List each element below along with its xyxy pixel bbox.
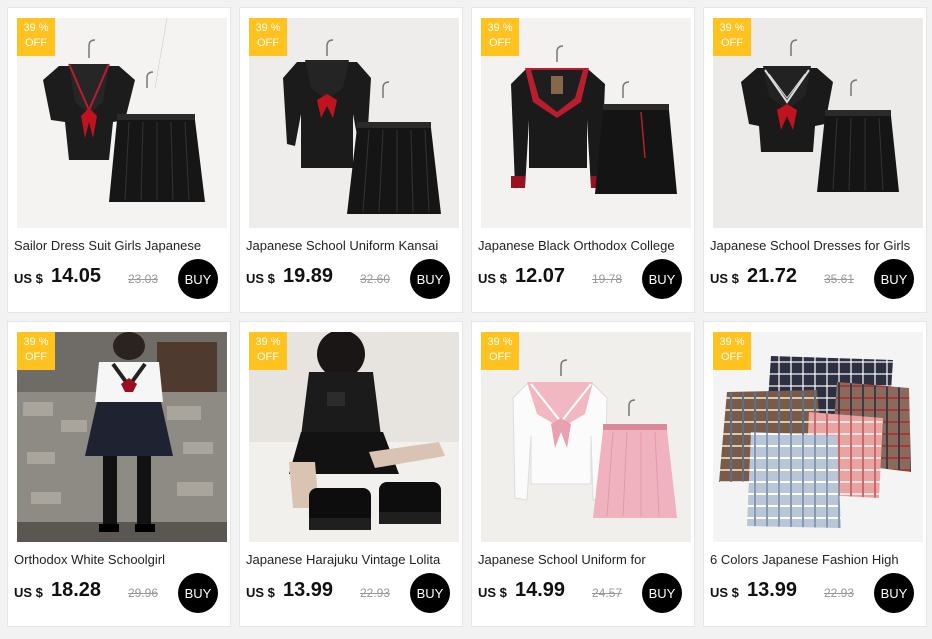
current-price: 14.99	[515, 579, 566, 601]
product-title[interactable]: Sailor Dress Suit Girls Japanese	[14, 238, 226, 253]
discount-badge: 39 % OFF	[17, 18, 55, 56]
currency-label: US $	[246, 271, 275, 286]
product-image[interactable]: 39 % OFF	[17, 18, 227, 228]
discount-percent: 39 %	[255, 336, 281, 348]
buy-button[interactable]: BUY	[410, 573, 450, 613]
discount-badge: 39 % OFF	[713, 332, 751, 370]
product-card[interactable]: 39 % OFF Japanese School Dresses for Gir…	[703, 7, 927, 313]
discount-off-label: OFF	[489, 351, 511, 363]
product-card[interactable]: 39 % OFF Sailor Dress Suit Girls Japanes…	[7, 7, 231, 313]
current-price: 13.99	[747, 579, 798, 601]
current-price: 21.72	[747, 265, 798, 287]
buy-button[interactable]: BUY	[874, 259, 914, 299]
original-price: 35.61	[824, 272, 855, 286]
discount-percent: 39 %	[23, 336, 49, 348]
discount-percent: 39 %	[487, 336, 513, 348]
buy-button[interactable]: BUY	[642, 259, 682, 299]
product-card[interactable]: 39 % OFF Japanese Harajuku Vintage Lolit…	[239, 321, 463, 627]
current-price: 13.99	[283, 579, 334, 601]
buy-button[interactable]: BUY	[874, 573, 914, 613]
price-row: US $ 14.99 24.57 BUY	[478, 573, 690, 613]
product-card[interactable]: 39 % OFF Japanese School Uniform for US …	[471, 321, 695, 627]
currency-label: US $	[710, 271, 739, 286]
product-image[interactable]: 39 % OFF	[17, 332, 227, 542]
current-price: 18.28	[51, 579, 102, 601]
original-price: 32.60	[360, 272, 391, 286]
discount-off-label: OFF	[25, 37, 47, 49]
product-title[interactable]: Japanese School Uniform for	[478, 552, 690, 567]
discount-percent: 39 %	[719, 22, 745, 34]
buy-button[interactable]: BUY	[178, 259, 218, 299]
price-row: US $ 14.05 23.03 BUY	[14, 259, 226, 299]
buy-button[interactable]: BUY	[178, 573, 218, 613]
price-row: US $ 21.72 35.61 BUY	[710, 259, 922, 299]
discount-percent: 39 %	[487, 22, 513, 34]
product-title[interactable]: Orthodox White Schoolgirl	[14, 552, 226, 567]
original-price: 24.57	[592, 586, 623, 600]
currency-label: US $	[14, 271, 43, 286]
product-image[interactable]: 39 % OFF	[713, 332, 923, 542]
buy-button[interactable]: BUY	[410, 259, 450, 299]
current-price: 14.05	[51, 265, 102, 287]
currency-label: US $	[478, 585, 507, 600]
product-card[interactable]: 39 % OFF 6 Colors Japanese Fashion High …	[703, 321, 927, 627]
product-image[interactable]: 39 % OFF	[713, 18, 923, 228]
product-grid: 39 % OFF Sailor Dress Suit Girls Japanes…	[0, 0, 932, 639]
product-image[interactable]: 39 % OFF	[249, 332, 459, 542]
discount-off-label: OFF	[489, 37, 511, 49]
discount-badge: 39 % OFF	[17, 332, 55, 370]
discount-badge: 39 % OFF	[713, 18, 751, 56]
product-card[interactable]: 39 % OFF Orthodox White Schoolgirl US $ …	[7, 321, 231, 627]
product-title[interactable]: Japanese School Dresses for Girls	[710, 238, 922, 253]
product-card[interactable]: 39 % OFF Japanese School Uniform Kansai …	[239, 7, 463, 313]
price-row: US $ 19.89 32.60 BUY	[246, 259, 458, 299]
price-row: US $ 12.07 19.78 BUY	[478, 259, 690, 299]
discount-badge: 39 % OFF	[481, 332, 519, 370]
product-title[interactable]: Japanese School Uniform Kansai	[246, 238, 458, 253]
discount-off-label: OFF	[25, 351, 47, 363]
discount-off-label: OFF	[257, 37, 279, 49]
product-image[interactable]: 39 % OFF	[481, 18, 691, 228]
currency-label: US $	[710, 585, 739, 600]
original-price: 19.78	[592, 272, 623, 286]
discount-off-label: OFF	[721, 37, 743, 49]
discount-badge: 39 % OFF	[249, 332, 287, 370]
currency-label: US $	[14, 585, 43, 600]
price-row: US $ 18.28 29.96 BUY	[14, 573, 226, 613]
original-price: 29.96	[128, 586, 159, 600]
product-card[interactable]: 39 % OFF Japanese Black Orthodox College…	[471, 7, 695, 313]
discount-percent: 39 %	[719, 336, 745, 348]
product-title[interactable]: 6 Colors Japanese Fashion High	[710, 552, 922, 567]
original-price: 22.93	[360, 586, 391, 600]
price-row: US $ 13.99 22.93 BUY	[246, 573, 458, 613]
product-title[interactable]: Japanese Black Orthodox College	[478, 238, 690, 253]
discount-percent: 39 %	[23, 22, 49, 34]
currency-label: US $	[246, 585, 275, 600]
price-row: US $ 13.99 22.93 BUY	[710, 573, 922, 613]
currency-label: US $	[478, 271, 507, 286]
original-price: 22.93	[824, 586, 855, 600]
product-image[interactable]: 39 % OFF	[481, 332, 691, 542]
current-price: 12.07	[515, 265, 566, 287]
product-image[interactable]: 39 % OFF	[249, 18, 459, 228]
original-price: 23.03	[128, 272, 159, 286]
discount-off-label: OFF	[721, 351, 743, 363]
buy-button[interactable]: BUY	[642, 573, 682, 613]
discount-off-label: OFF	[257, 351, 279, 363]
current-price: 19.89	[283, 265, 334, 287]
discount-badge: 39 % OFF	[249, 18, 287, 56]
discount-badge: 39 % OFF	[481, 18, 519, 56]
product-title[interactable]: Japanese Harajuku Vintage Lolita	[246, 552, 458, 567]
discount-percent: 39 %	[255, 22, 281, 34]
